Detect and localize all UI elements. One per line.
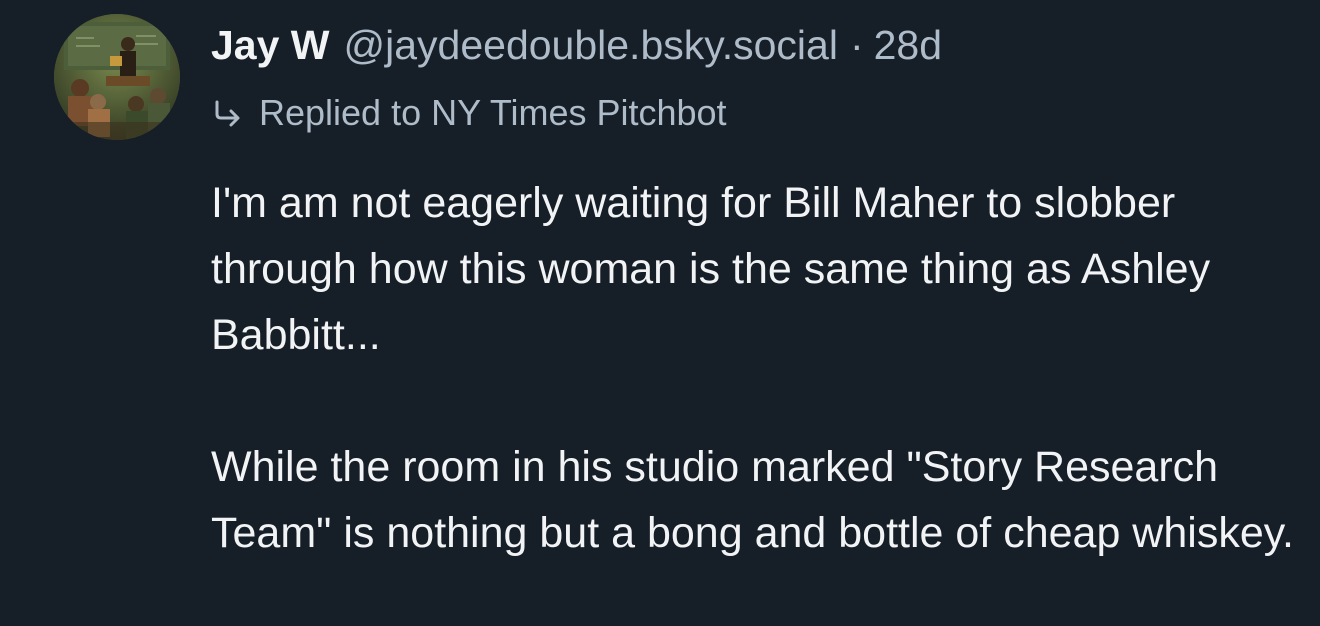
replied-to-link[interactable]: Replied to NY Times Pitchbot: [259, 92, 727, 134]
reply-arrow-icon: [211, 96, 243, 130]
post-body-paragraph: I'm am not eagerly waiting for Bill Mahe…: [211, 179, 1211, 359]
post-timestamp[interactable]: 28d: [874, 14, 942, 76]
separator-dot: ·: [849, 22, 864, 68]
avatar-image: [54, 14, 180, 140]
post-header: Jay W @jaydeedouble.bsky.social · 28d: [211, 14, 1296, 76]
post-body: I'm am not eagerly waiting for Bill Mahe…: [211, 170, 1301, 566]
author-handle[interactable]: @jaydeedouble.bsky.social: [344, 14, 838, 76]
post-content: Jay W @jaydeedouble.bsky.social · 28d Re…: [211, 14, 1296, 566]
author-avatar[interactable]: [54, 14, 180, 140]
author-display-name[interactable]: Jay W: [211, 14, 330, 76]
reply-context: Replied to NY Times Pitchbot: [211, 76, 1296, 150]
post-body-paragraph: While the room in his studio marked "Sto…: [211, 443, 1294, 557]
post-card[interactable]: Jay W @jaydeedouble.bsky.social · 28d Re…: [0, 0, 1320, 626]
